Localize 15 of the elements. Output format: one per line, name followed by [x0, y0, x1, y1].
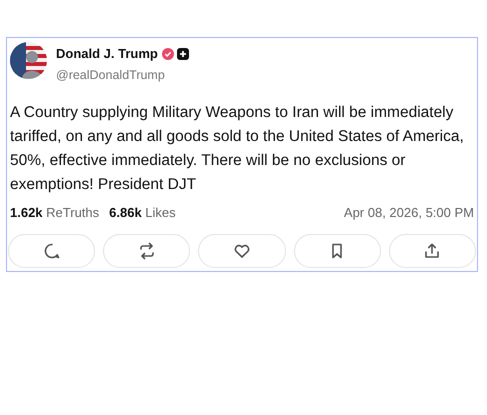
reply-icon	[42, 242, 61, 260]
share-button[interactable]	[388, 234, 476, 268]
retruth-button[interactable]	[103, 234, 190, 268]
author-handle[interactable]: @realDonaldTrump	[56, 66, 189, 84]
stat-link[interactable]: 1.62k ReTruths	[10, 203, 100, 223]
bookmark-button[interactable]	[294, 234, 381, 268]
post-text: A Country supplying Military Weapons to Iran will be immediately tariffed, on any and all goods sold to the United States of America, 50%, effective immediately. There will be no exclusions or exemptions! President DJT	[9, 103, 465, 196]
timestamp: Apr 08, 2026, 5:00 PM	[344, 204, 474, 222]
plus-badge-icon	[176, 48, 189, 60]
stat-link[interactable]: 6.86k Likes	[109, 203, 176, 223]
repost-icon	[138, 242, 156, 260]
like-button[interactable]	[198, 234, 286, 268]
share-icon	[423, 242, 442, 260]
avatar[interactable]	[10, 42, 47, 79]
author-name[interactable]: Donald J. Trump	[56, 44, 158, 64]
